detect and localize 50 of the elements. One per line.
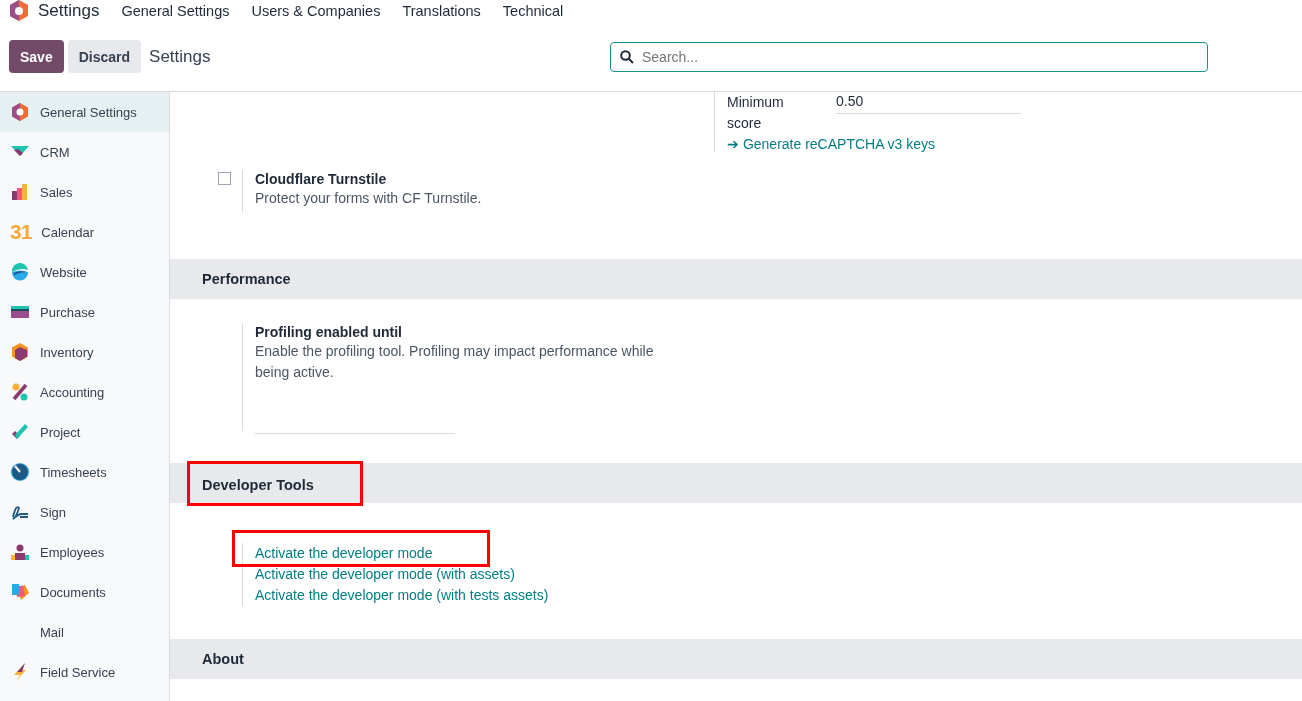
- section-header: Performance: [170, 259, 1302, 299]
- logo-icon: [9, 0, 29, 22]
- sidebar-item[interactable]: Field Service: [0, 652, 169, 692]
- menu-item[interactable]: General Settings: [121, 3, 230, 19]
- people-icon: [10, 542, 30, 562]
- sidebar-item[interactable]: Accounting: [0, 372, 169, 412]
- developer-mode-link[interactable]: Activate the developer mode (with assets): [255, 564, 515, 585]
- setting-title: Profiling enabled until: [255, 323, 403, 341]
- section-header: About: [170, 639, 1302, 679]
- sidebar-item[interactable]: Timesheets: [0, 452, 169, 492]
- sidebar-item[interactable]: Inventory: [0, 332, 169, 372]
- sidebar-item[interactable]: General Settings: [0, 92, 169, 132]
- generate-keys-link[interactable]: ➔ Generate reCAPTCHA v3 keys: [727, 134, 936, 155]
- setting-title: Cloudflare Turnstile: [255, 170, 388, 188]
- search-icon: [620, 49, 634, 64]
- calendar-icon: 31: [10, 222, 32, 242]
- checkbox[interactable]: [218, 172, 231, 185]
- sidebar-item[interactable]: CRM: [0, 132, 169, 172]
- box-icon: [10, 342, 30, 362]
- checkmark-icon: [10, 422, 30, 442]
- menu-item[interactable]: Translations: [402, 3, 481, 19]
- setting-description: Enable the profiling tool. Profiling may impact performance while being active.: [255, 342, 655, 382]
- setting-label: Minimum score: [727, 93, 785, 133]
- breadcrumb: Settings: [149, 46, 211, 67]
- sidebar-item[interactable]: Sign: [0, 492, 169, 532]
- hexagon-icon: [10, 102, 30, 122]
- menu-item[interactable]: Users & Companies: [251, 3, 381, 19]
- stacked-pages-icon: [10, 582, 30, 602]
- menu-item[interactable]: Technical: [502, 3, 564, 19]
- sidebar-item[interactable]: Employees: [0, 532, 169, 572]
- sidebar-item[interactable]: Mail: [0, 612, 169, 652]
- app-title: Settings: [38, 1, 100, 21]
- sidebar-item[interactable]: Purchase: [0, 292, 169, 332]
- sidebar-item[interactable]: Website: [0, 252, 169, 292]
- sidebar-item[interactable]: Documents: [0, 572, 169, 612]
- sidebar-item[interactable]: Project: [0, 412, 169, 452]
- discard-button[interactable]: Discard: [67, 40, 142, 73]
- sidebar-item[interactable]: Sales: [0, 172, 169, 212]
- save-button[interactable]: Save: [9, 40, 64, 73]
- score-field[interactable]: 0.50: [836, 92, 1021, 114]
- setting-description: Protect your forms with CF Turnstile.: [255, 189, 482, 208]
- percent-icon: [10, 382, 30, 402]
- dial-icon: [10, 462, 30, 482]
- search-field[interactable]: Search...: [610, 41, 1208, 72]
- sidebar-item[interactable]: 31 Calendar: [0, 212, 169, 252]
- developer-mode-link[interactable]: Activate the developer mode (with tests assets): [255, 585, 549, 606]
- section-header: Developer Tools: [170, 463, 1302, 503]
- wave-icon: [10, 262, 30, 282]
- developer-mode-link[interactable]: Activate the developer mode: [235, 533, 488, 564]
- bar-chart-icon: [10, 182, 30, 202]
